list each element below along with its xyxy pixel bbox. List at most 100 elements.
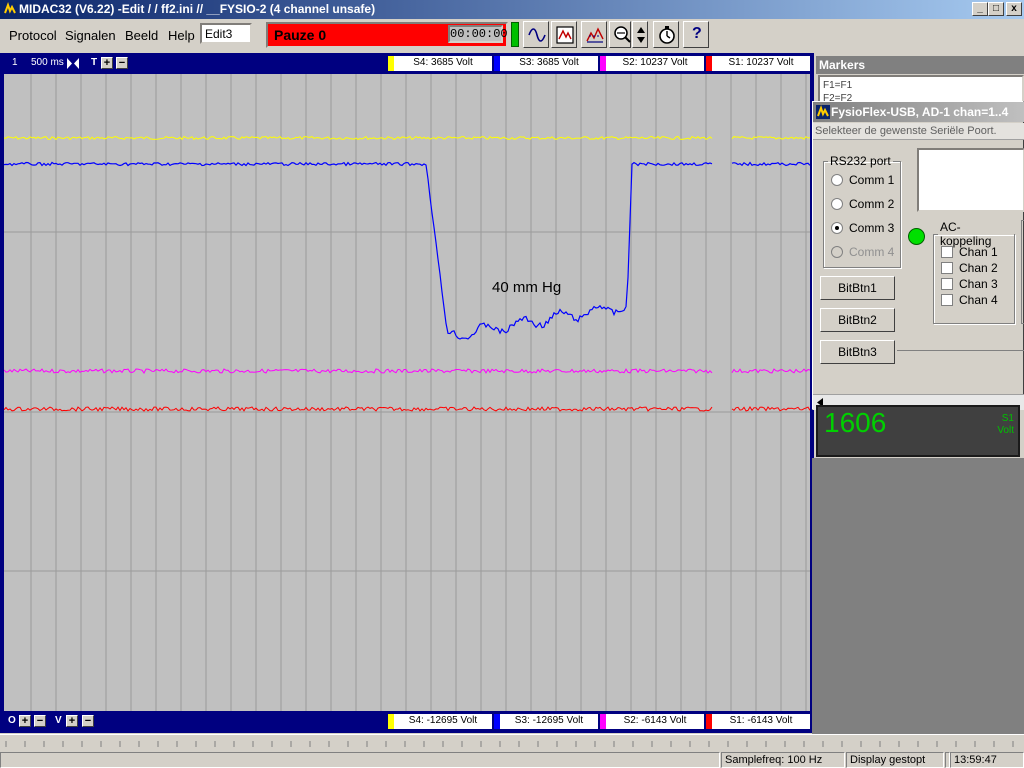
- zoom-icon: [614, 26, 631, 43]
- channel-s4-bottom: S4: -12695 Volt: [388, 714, 492, 729]
- menu-protocol[interactable]: Protocol: [9, 28, 57, 43]
- channel-s1-top: S1: 10237 Volt: [706, 56, 810, 71]
- markers-list[interactable]: F1=F1 F2=F2: [818, 75, 1024, 103]
- bitbtn1-button[interactable]: BitBtn1: [820, 276, 895, 300]
- radio-indicator: [831, 222, 843, 234]
- time-minus-button[interactable]: −: [116, 57, 128, 69]
- comm1-label: Comm 1: [849, 173, 895, 187]
- volt-plus-button[interactable]: +: [66, 715, 78, 727]
- fysioflex-memo[interactable]: [917, 148, 1024, 212]
- trace-s4: [3, 135, 811, 141]
- chan1-checkbox[interactable]: Chan 1: [941, 245, 998, 259]
- comm3-label: Comm 3: [849, 221, 895, 235]
- close-button[interactable]: x: [1006, 2, 1022, 16]
- marker-item[interactable]: F1=F1: [823, 79, 1019, 92]
- scope-frame: 1 500 ms T + − S4: 3685 Volt S3: 3685 Vo…: [0, 53, 814, 733]
- updown-button[interactable]: [632, 21, 648, 48]
- expand-time-icon[interactable]: [67, 58, 79, 69]
- chan2-checkbox[interactable]: Chan 2: [941, 261, 998, 275]
- minimize-button[interactable]: _: [972, 2, 988, 16]
- analysis-icon: [586, 27, 604, 43]
- chan4-label: Chan 4: [959, 293, 998, 307]
- channel-s1-bottom: S1: -6143 Volt: [706, 714, 810, 729]
- ac-legend: AC-koppeling: [940, 220, 992, 248]
- offset-label: O: [8, 715, 16, 726]
- scope-grid: [4, 74, 810, 711]
- scrollbar-track: [0, 738, 1024, 750]
- chan1-label: Chan 1: [959, 245, 998, 259]
- timebase-label: 500 ms: [31, 57, 64, 68]
- stopwatch-button[interactable]: [653, 21, 679, 48]
- menu-toolbar: Protocol Signalen Beeld Help Pauze 0 00:…: [0, 19, 1024, 51]
- page-number: 1: [12, 57, 18, 68]
- channel-s2-top: S2: 10237 Volt: [600, 56, 704, 71]
- title-bar[interactable]: MIDAC32 (V6.22) -Edit / / ff2.ini // __F…: [0, 0, 1024, 19]
- record-indicator: [511, 22, 519, 47]
- radio-indicator: [831, 246, 843, 258]
- checkbox-box: [941, 278, 953, 290]
- trace-s2: [3, 368, 811, 374]
- scope-traces: 40 mm Hg: [3, 74, 811, 711]
- chan4-checkbox[interactable]: Chan 4: [941, 293, 998, 307]
- status-bar: Samplefreq: 100 Hz Display gestopt 13:59…: [0, 752, 1024, 768]
- volt-minus-button[interactable]: −: [82, 715, 94, 727]
- comm4-radio: Comm 4: [831, 245, 894, 259]
- channel-s3-bottom: S3: -12695 Volt: [494, 714, 598, 729]
- status-samplefreq: Samplefreq: 100 Hz: [721, 752, 845, 768]
- stopwatch-icon: [659, 26, 675, 44]
- time-label: T: [91, 57, 98, 68]
- bitbtn3-button[interactable]: BitBtn3: [820, 340, 895, 364]
- rs232-legend: RS232 port: [830, 154, 891, 168]
- scope-bottom-strip: O + − V + − S4: -12695 Volt S3: -12695 V…: [4, 713, 810, 730]
- readout-value: 1606: [824, 407, 887, 438]
- trace-s3: [3, 161, 811, 340]
- maximize-button[interactable]: □: [988, 2, 1004, 16]
- pause-label: Pauze 0: [274, 27, 327, 43]
- comm2-label: Comm 2: [849, 197, 895, 211]
- scope-plot[interactable]: 40 mm Hg: [3, 74, 811, 711]
- help-button[interactable]: ?: [683, 21, 709, 48]
- readout-channel-name: S1: [1001, 413, 1014, 424]
- checkbox-box: [941, 262, 953, 274]
- analysis-button[interactable]: [581, 21, 607, 48]
- status-clock: 13:59:47: [950, 752, 1024, 768]
- menu-help[interactable]: Help: [168, 28, 195, 43]
- value-readout: 1606 S1 Volt: [816, 405, 1020, 457]
- markers-panel: Markers F1=F1 F2=F2: [816, 53, 1024, 103]
- scope-top-strip: 1 500 ms T + − S4: 3685 Volt S3: 3685 Vo…: [4, 55, 810, 72]
- channel-s2-bottom: S2: -6143 Volt: [600, 714, 704, 729]
- chan3-checkbox[interactable]: Chan 3: [941, 277, 998, 291]
- radio-indicator: [831, 198, 843, 210]
- markers-title: Markers: [816, 56, 1024, 74]
- status-display: Display gestopt: [846, 752, 944, 768]
- trace-s1: [3, 406, 811, 412]
- status-pane-main: [0, 752, 720, 768]
- checkbox-box: [941, 246, 953, 258]
- menu-signalen[interactable]: Signalen: [65, 28, 116, 43]
- screenshot-button[interactable]: [551, 21, 577, 48]
- checkbox-box: [941, 294, 953, 306]
- waveform-button[interactable]: [523, 21, 549, 48]
- bitbtn2-button[interactable]: BitBtn2: [820, 308, 895, 332]
- comm4-label: Comm 4: [849, 245, 895, 259]
- chan3-label: Chan 3: [959, 277, 998, 291]
- offset-plus-button[interactable]: +: [19, 715, 31, 727]
- zoom-button[interactable]: [609, 21, 631, 48]
- volt-label: V: [55, 715, 62, 726]
- comm2-radio[interactable]: Comm 2: [831, 197, 894, 211]
- time-plus-button[interactable]: +: [101, 57, 113, 69]
- readout-channel: S1 Volt: [997, 413, 1014, 437]
- comm1-radio[interactable]: Comm 1: [831, 173, 894, 187]
- readout-unit: Volt: [997, 425, 1014, 436]
- waveform-icon: [528, 28, 546, 42]
- fysioflex-title: FysioFlex-USB, AD-1 chan=1..4: [831, 105, 1009, 119]
- fysioflex-title-bar[interactable]: FysioFlex-USB, AD-1 chan=1..4: [813, 102, 1024, 122]
- pressure-annotation: 40 mm Hg: [492, 279, 561, 296]
- offset-minus-button[interactable]: −: [34, 715, 46, 727]
- edit3-input[interactable]: [200, 23, 252, 44]
- app-icon: [3, 2, 17, 16]
- horizontal-scrollbar[interactable]: [0, 734, 1024, 752]
- comm3-radio[interactable]: Comm 3: [831, 221, 894, 235]
- fysioflex-window: FysioFlex-USB, AD-1 chan=1..4 Selekteer …: [812, 101, 1024, 410]
- menu-beeld[interactable]: Beeld: [125, 28, 158, 43]
